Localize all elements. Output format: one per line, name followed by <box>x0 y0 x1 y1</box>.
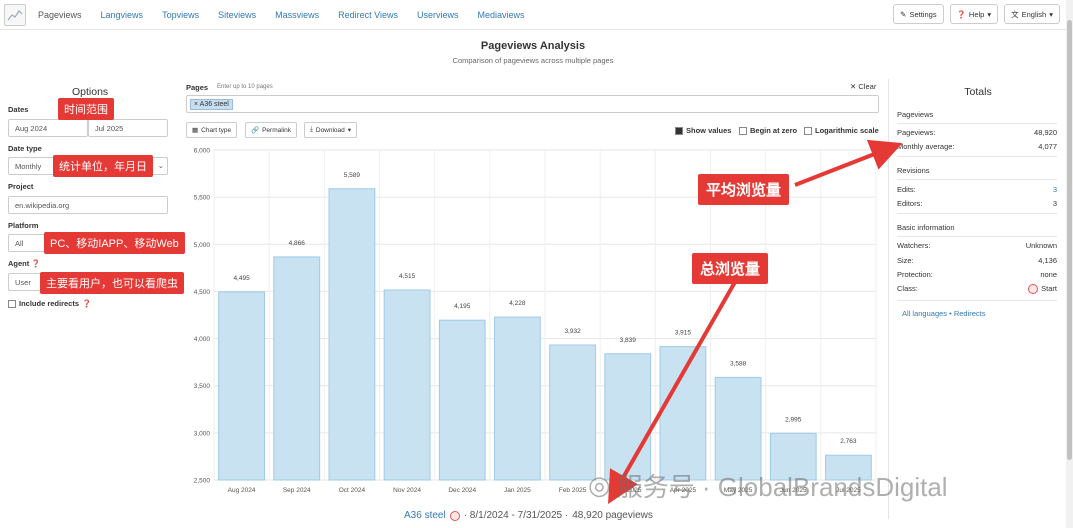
watermark: ◎ 服务号 · GlobalBrandsDigital <box>588 470 948 502</box>
arrow-to-total <box>608 281 737 504</box>
annotation-total: 总浏览量 <box>692 253 769 284</box>
wechat-icon: ◎ <box>588 470 611 500</box>
arrow-to-average <box>794 139 903 187</box>
annotation-average: 平均浏览量 <box>698 174 790 205</box>
annotation-arrows <box>608 139 903 504</box>
scrollbar-thumb[interactable] <box>1067 20 1072 460</box>
scrollbar[interactable] <box>1066 0 1073 528</box>
